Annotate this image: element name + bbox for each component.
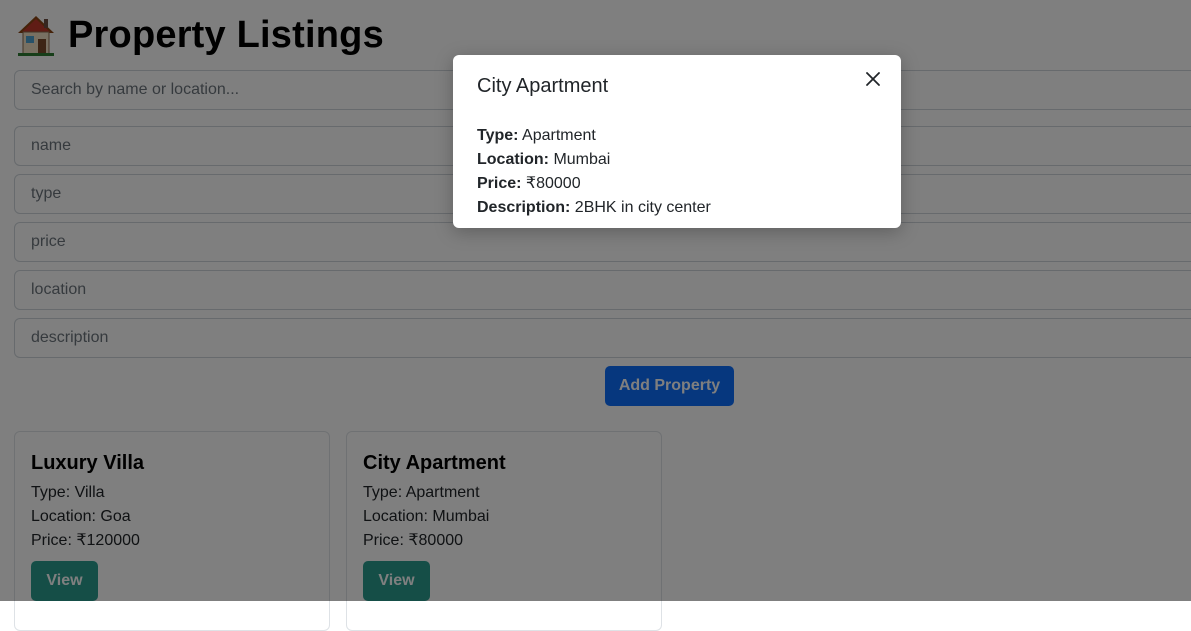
modal-title: City Apartment <box>477 75 609 97</box>
modal-description-label: Description: <box>477 199 571 216</box>
modal-location-value: Mumbai <box>553 151 611 168</box>
modal-price-row: Price: ₹80000 <box>477 172 877 196</box>
modal-body: Type: Apartment Location: Mumbai Price: … <box>477 124 877 220</box>
property-details-modal: City Apartment Type: Apartment Location:… <box>453 55 901 228</box>
modal-location-row: Location: Mumbai <box>477 148 877 172</box>
modal-type-label: Type: <box>477 127 519 144</box>
modal-description-value: 2BHK in city center <box>574 199 711 216</box>
modal-description-row: Description: 2BHK in city center <box>477 196 877 220</box>
modal-price-label: Price: <box>477 175 522 192</box>
close-icon <box>861 72 885 94</box>
close-button[interactable] <box>861 67 885 91</box>
modal-price-value: ₹80000 <box>525 175 581 192</box>
modal-location-label: Location: <box>477 151 549 168</box>
modal-type-row: Type: Apartment <box>477 124 877 148</box>
modal-type-value: Apartment <box>522 127 596 144</box>
